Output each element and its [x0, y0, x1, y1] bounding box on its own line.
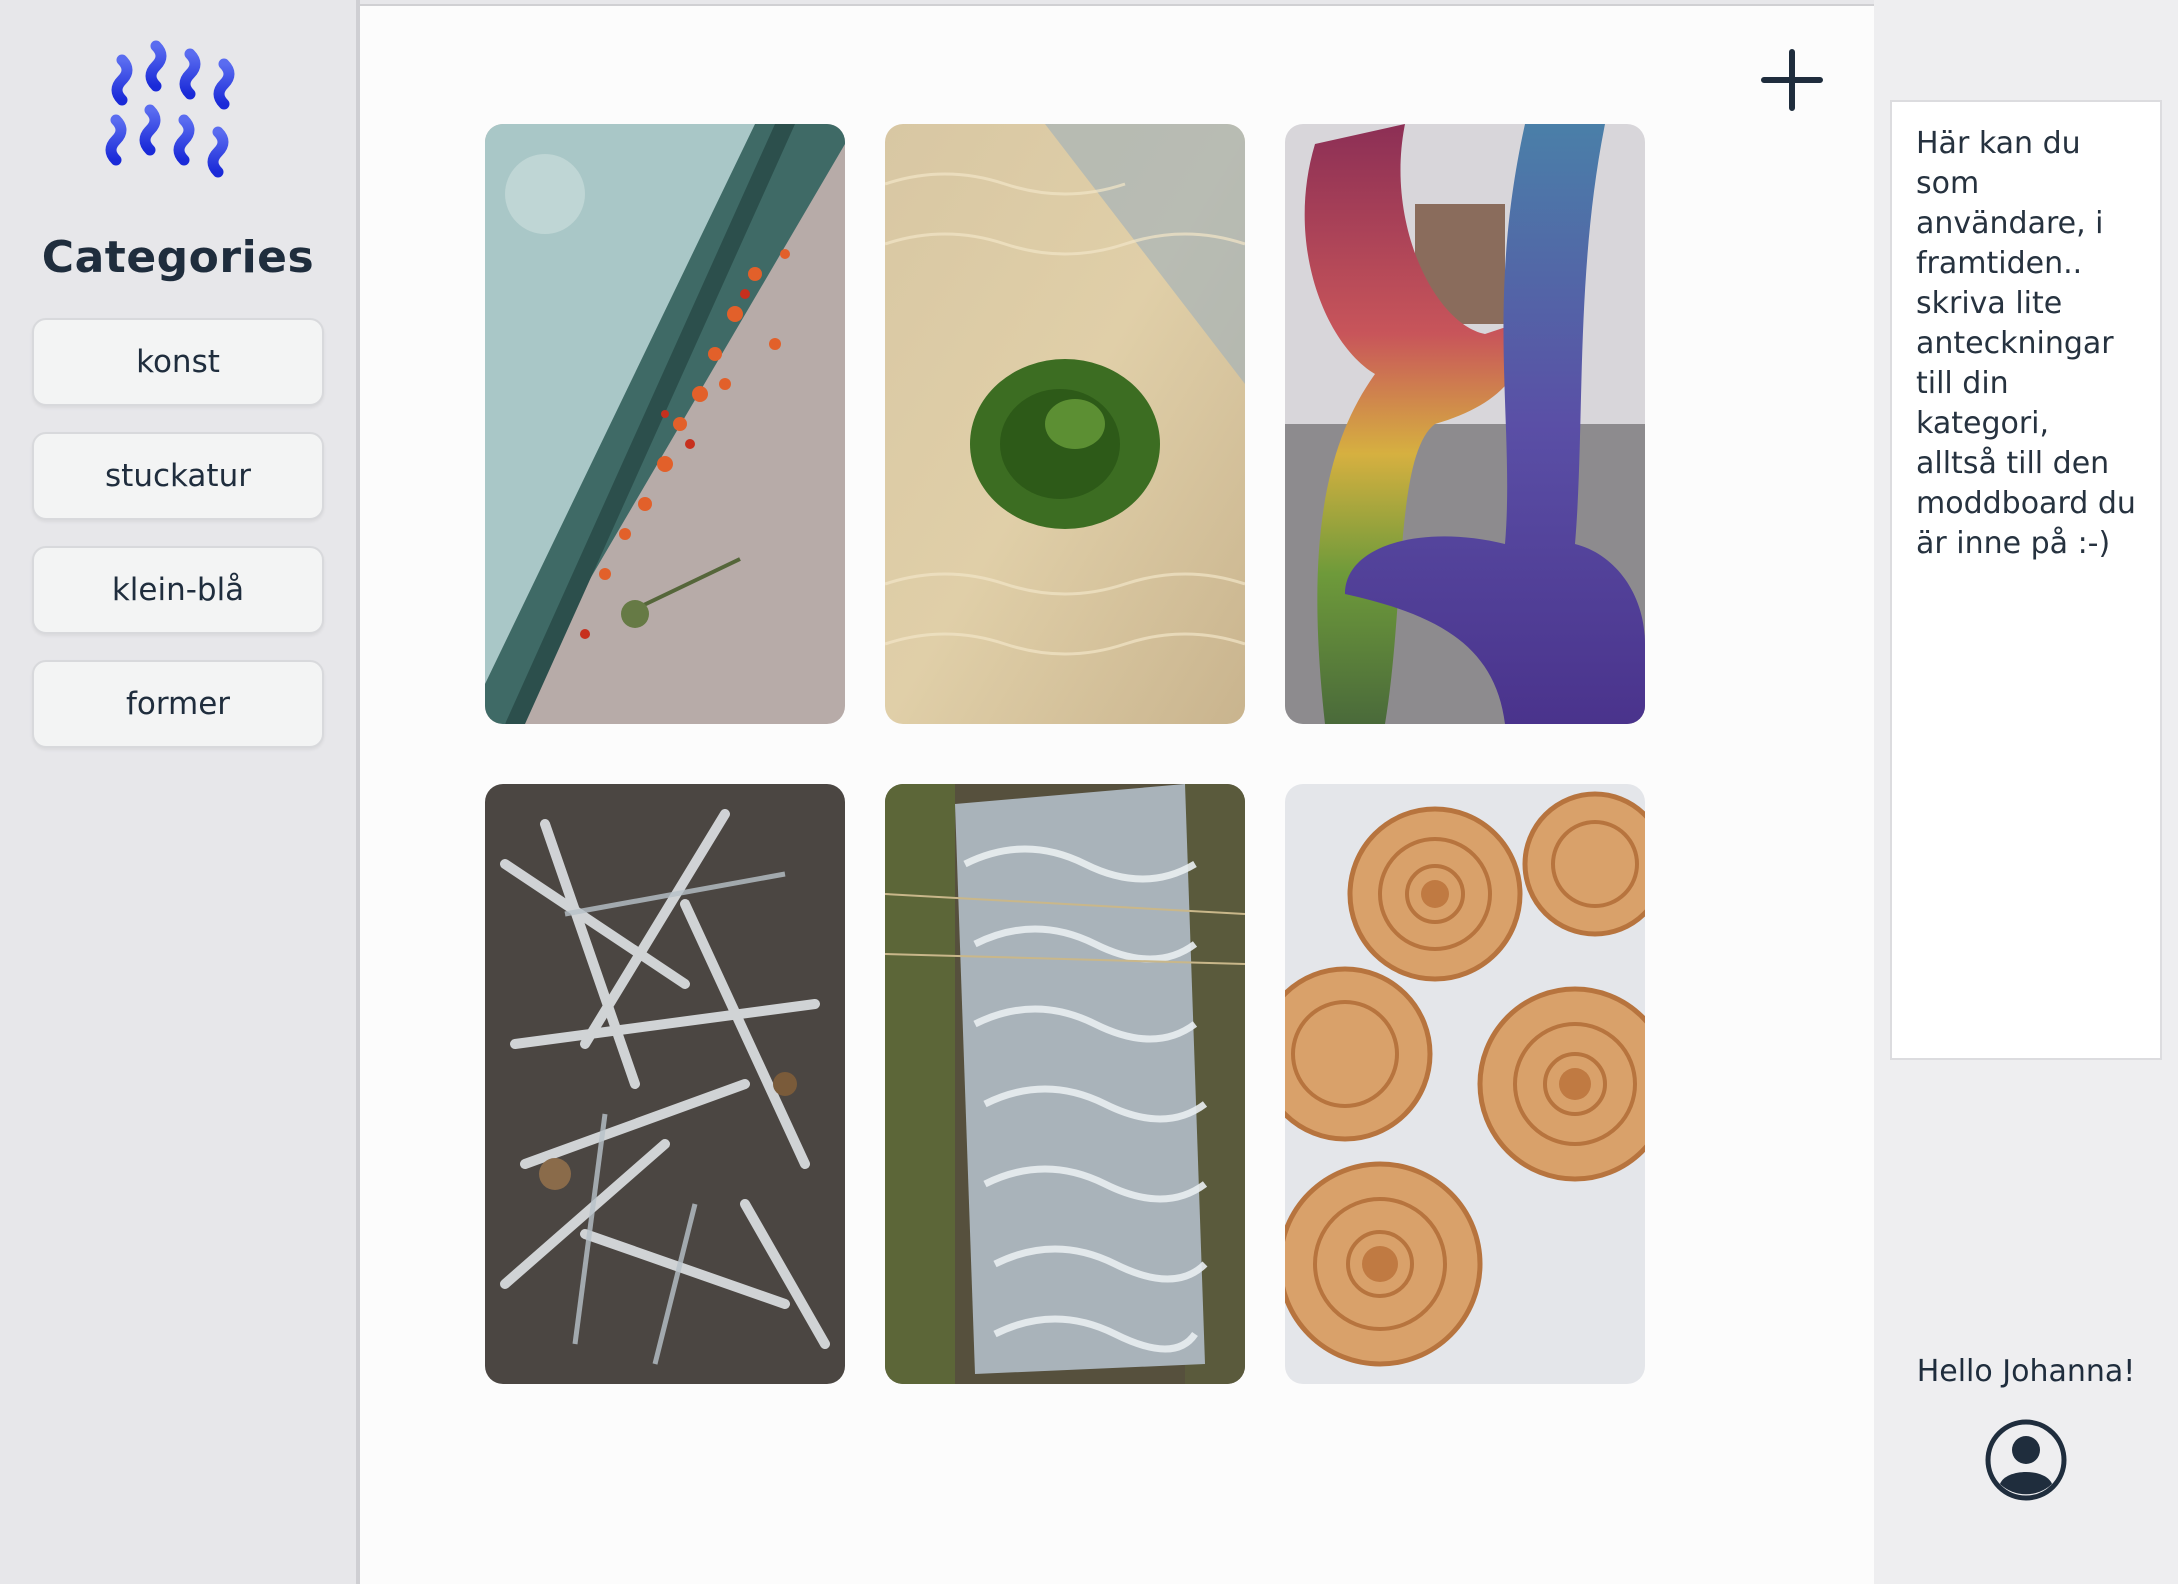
- category-konst-button[interactable]: konst: [32, 318, 324, 406]
- user-avatar-icon[interactable]: [1984, 1418, 2068, 1502]
- user-greeting: Hello Johanna!: [1916, 1354, 2136, 1389]
- moodboard-image-ice-crystals[interactable]: [485, 784, 845, 1384]
- notes-textarea[interactable]: Här kan du som användare, i framtiden.. …: [1890, 100, 2162, 1060]
- moodboard-image-frozen-grass[interactable]: [885, 784, 1245, 1384]
- moodboard-image-pastry-rolls[interactable]: [1285, 784, 1645, 1384]
- moodboard-image-petals[interactable]: [485, 124, 845, 724]
- moodboard-image-seaweed[interactable]: [885, 124, 1245, 724]
- moodboard-image-sculptures[interactable]: [1285, 124, 1645, 724]
- category-former-button[interactable]: former: [32, 660, 324, 748]
- plus-icon[interactable]: [1760, 48, 1824, 112]
- categories-title: Categories: [41, 232, 315, 283]
- wave-pattern-logo[interactable]: [104, 40, 252, 192]
- category-stuckatur-button[interactable]: stuckatur: [32, 432, 324, 520]
- sidebar: Categories konst stuckatur klein-blå for…: [0, 0, 356, 1584]
- category-klein-bla-button[interactable]: klein-blå: [32, 546, 324, 634]
